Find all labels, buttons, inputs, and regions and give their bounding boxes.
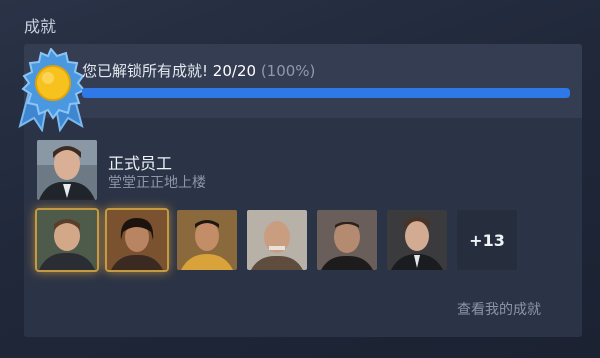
summary-header [24,44,582,118]
summary-percent: (100%) [260,62,316,80]
featured-achievement-name: 正式员工 [108,154,173,173]
achievement-thumb[interactable] [247,210,307,270]
summary-message: 您已解锁所有成就! [82,62,209,80]
achievement-thumb[interactable] [37,210,97,270]
progress-fill [82,88,570,98]
featured-achievement-description: 堂堂正正地上楼 [108,175,206,191]
achievement-thumb[interactable] [107,210,167,270]
achievement-badge-icon [18,48,86,132]
view-my-achievements-link[interactable]: 查看我的成就 [457,299,541,319]
summary-text: 您已解锁所有成就! 20/20 (100%) [82,60,315,81]
summary-count: 20/20 [212,62,257,80]
achievement-thumb[interactable] [317,210,377,270]
achievement-thumb[interactable] [177,210,237,270]
more-achievements-button[interactable]: +13 [457,210,517,270]
progress-bar [82,88,570,98]
achievement-thumb[interactable] [387,210,447,270]
section-title: 成就 [24,17,57,36]
featured-achievement-icon[interactable] [37,140,97,200]
